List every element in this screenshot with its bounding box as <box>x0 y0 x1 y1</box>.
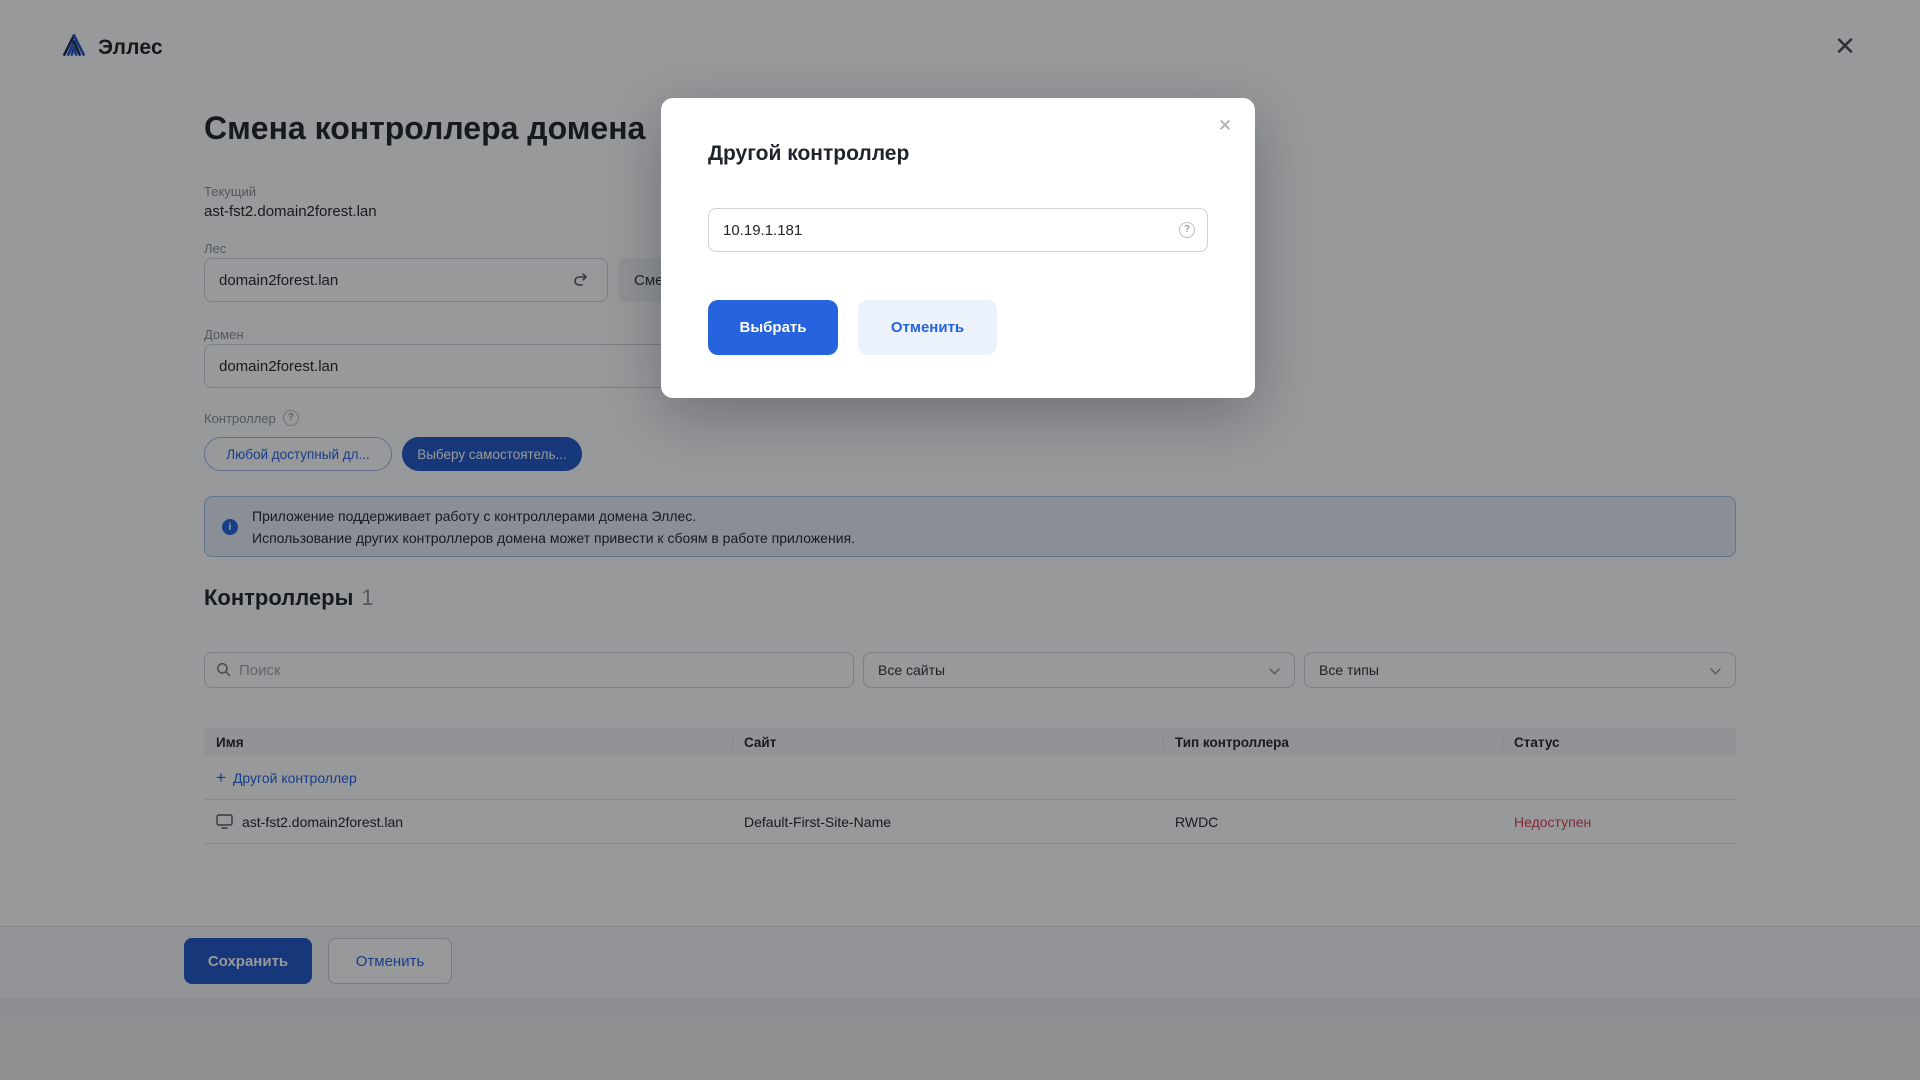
controller-address-input[interactable] <box>708 208 1208 252</box>
controller-address-field: ? <box>708 208 1208 252</box>
select-button[interactable]: Выбрать <box>708 300 838 355</box>
address-help-icon[interactable]: ? <box>1179 222 1195 238</box>
modal-close-icon[interactable]: ✕ <box>1215 116 1235 136</box>
modal-title: Другой контроллер <box>708 142 909 166</box>
other-controller-modal: ✕ Другой контроллер ? Выбрать Отменить <box>661 98 1255 398</box>
modal-cancel-button[interactable]: Отменить <box>858 300 997 355</box>
